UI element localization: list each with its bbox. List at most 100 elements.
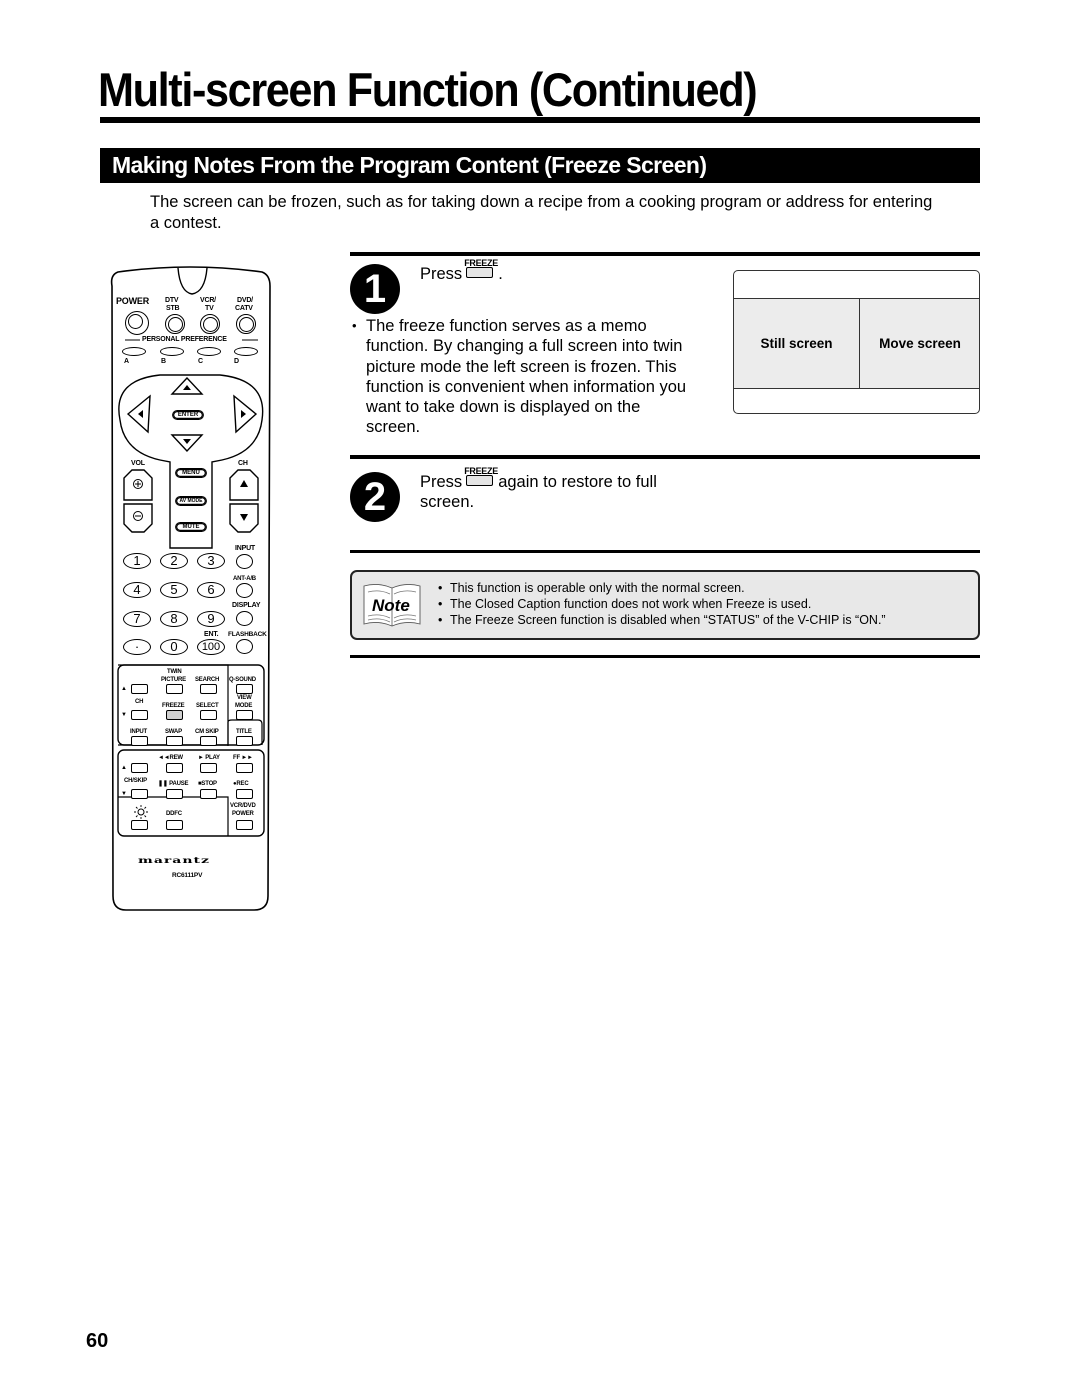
ddfc-button[interactable] xyxy=(166,820,183,830)
swap-button[interactable] xyxy=(166,736,183,746)
select-label: SELECT xyxy=(196,703,219,709)
num-9-button[interactable]: 9 xyxy=(197,611,225,627)
pref-a-button[interactable] xyxy=(122,347,146,356)
move-screen-label: Move screen xyxy=(879,336,961,351)
menu-button[interactable]: MENU xyxy=(174,467,208,479)
vcrdvd-power-button[interactable] xyxy=(236,820,253,830)
rew-label: ◄◄REW xyxy=(158,755,183,761)
rew-button[interactable] xyxy=(166,763,183,773)
vol-label: VOL xyxy=(131,460,145,467)
twin-picture-row: Still screen Move screen xyxy=(734,298,979,389)
ant-label: ANT-A/B xyxy=(233,576,256,582)
num-1-button[interactable]: 1 xyxy=(123,553,151,569)
enter-button[interactable]: ENTER xyxy=(171,409,205,421)
pref-b-label: B xyxy=(161,358,166,365)
input-small-label: INPUT xyxy=(130,729,148,735)
ant-button[interactable] xyxy=(236,583,253,598)
stb-label: STB xyxy=(166,305,180,312)
step-1-bullet: The freeze function serves as a memo fun… xyxy=(352,316,692,438)
page-number: 60 xyxy=(86,1330,109,1352)
note-top-rule xyxy=(350,550,980,553)
ch-down-small-icon: ▼ xyxy=(121,712,127,718)
num-5-button[interactable]: 5 xyxy=(160,582,188,598)
chskip-down-button[interactable] xyxy=(131,789,148,799)
chskip-down-icon: ▼ xyxy=(121,791,127,797)
vcr-tv-button[interactable] xyxy=(200,314,220,334)
input-button[interactable] xyxy=(236,554,253,569)
stop-label: ■STOP xyxy=(198,781,217,787)
ff-label: FF ►► xyxy=(233,755,253,761)
num-7-button[interactable]: 7 xyxy=(123,611,151,627)
step-2-instruction: Press FREEZE again to restore to full scre… xyxy=(420,466,720,512)
view-mode-button[interactable] xyxy=(236,710,253,720)
dot-button[interactable]: · xyxy=(123,639,151,655)
qsound-button[interactable] xyxy=(236,684,253,694)
ch-up-small-button[interactable] xyxy=(131,684,148,694)
display-button[interactable] xyxy=(236,611,253,626)
input-small-button[interactable] xyxy=(131,736,148,746)
personal-preference-label: PERSONAL PREFERENCE xyxy=(142,336,227,343)
tv-label: TV xyxy=(205,305,214,312)
stop-button[interactable] xyxy=(200,789,217,799)
picture-label: PICTURE xyxy=(161,677,186,683)
freeze-button[interactable] xyxy=(166,710,183,720)
dtv-label: DTV xyxy=(165,297,179,304)
step-1-rule xyxy=(350,252,980,256)
ch-up-button[interactable] xyxy=(230,470,258,500)
select-button[interactable] xyxy=(200,710,217,720)
note-box: Note This function is operable only with… xyxy=(350,570,980,640)
ch-up-small-icon: ▲ xyxy=(121,686,127,692)
note-item: This function is operable only with the … xyxy=(438,580,886,596)
vcr-label: VCR/ xyxy=(200,297,216,304)
dtv-stb-button[interactable] xyxy=(165,314,185,334)
note-item: The Closed Caption function does not wor… xyxy=(438,596,886,612)
num-3-button[interactable]: 3 xyxy=(197,553,225,569)
dvd-catv-button[interactable] xyxy=(236,314,256,334)
vol-up-button[interactable] xyxy=(124,470,152,500)
power-label: POWER xyxy=(116,296,150,306)
model-label: RC6111PV xyxy=(172,872,203,879)
ent-label: ENT. xyxy=(204,631,219,638)
power-button[interactable] xyxy=(125,311,149,335)
num-8-button[interactable]: 8 xyxy=(160,611,188,627)
num-0-button[interactable]: 0 xyxy=(160,639,188,655)
light-button[interactable] xyxy=(131,820,148,830)
flashback-button[interactable] xyxy=(236,639,253,654)
step-2-press: Press xyxy=(420,473,463,491)
step-2-rule xyxy=(350,455,980,459)
vol-down-button[interactable] xyxy=(124,504,152,532)
twin-picture-button[interactable] xyxy=(166,684,183,694)
freeze-key-icon: FREEZE xyxy=(464,466,498,487)
num-2-button[interactable]: 2 xyxy=(160,553,188,569)
ch-down-button[interactable] xyxy=(230,504,258,532)
ff-button[interactable] xyxy=(236,763,253,773)
pref-b-button[interactable] xyxy=(160,347,184,356)
play-label: ► PLAY xyxy=(198,755,220,761)
vcrdvd-power-label: POWER xyxy=(232,811,254,817)
input-label: INPUT xyxy=(235,545,256,552)
search-label: SEARCH xyxy=(195,677,220,683)
av-mode-button[interactable]: AV MODE xyxy=(174,495,208,507)
play-button[interactable] xyxy=(200,763,217,773)
rec-button[interactable] xyxy=(236,789,253,799)
vcrdvd-label: VCR/DVD xyxy=(230,803,256,809)
pref-d-button[interactable] xyxy=(234,347,258,356)
title-button[interactable] xyxy=(236,736,253,746)
qsound-label: Q-SOUND xyxy=(229,677,256,683)
chskip-up-button[interactable] xyxy=(131,763,148,773)
mute-button[interactable]: MUTE xyxy=(174,521,208,533)
num-4-button[interactable]: 4 xyxy=(123,582,151,598)
pref-c-button[interactable] xyxy=(197,347,221,356)
catv-label: CATV xyxy=(235,305,253,312)
num-100-button[interactable]: 100 xyxy=(197,639,225,655)
pref-d-label: D xyxy=(234,358,239,365)
pause-button[interactable] xyxy=(166,789,183,799)
step-1-suffix: . xyxy=(498,265,503,283)
ch-small-label: CH xyxy=(135,699,144,705)
freeze-label: FREEZE xyxy=(162,703,185,709)
cmskip-button[interactable] xyxy=(200,736,217,746)
search-button[interactable] xyxy=(200,684,217,694)
ch-down-small-button[interactable] xyxy=(131,710,148,720)
brand-logo: marantz xyxy=(138,856,210,866)
num-6-button[interactable]: 6 xyxy=(197,582,225,598)
